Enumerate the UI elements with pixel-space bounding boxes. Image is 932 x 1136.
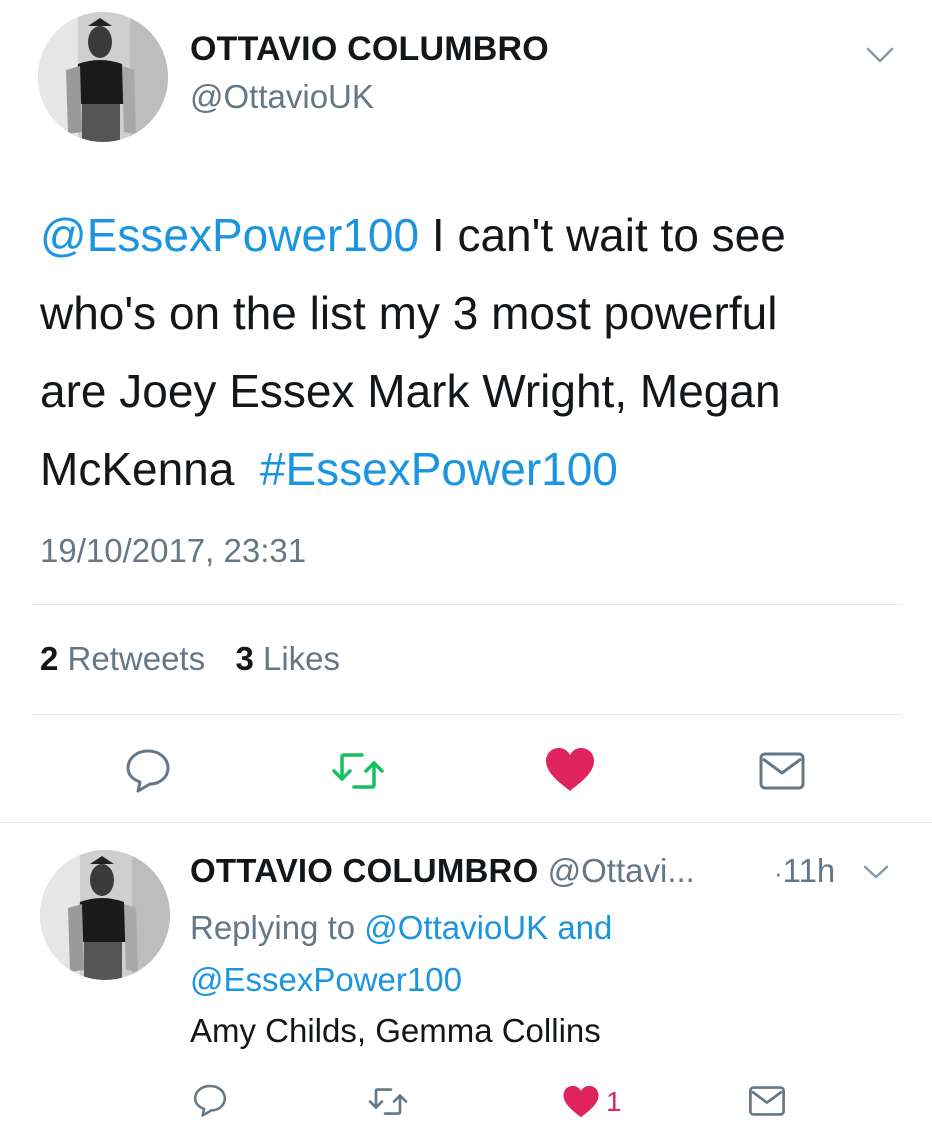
engagement-stats: 2 Retweets 3 Likes: [40, 640, 340, 678]
tweet-text-line: who's on the list my 3 most powerful: [40, 287, 778, 339]
reply-icon[interactable]: [118, 744, 178, 796]
handle[interactable]: @OttavioUK: [190, 78, 374, 116]
heart-icon[interactable]: [538, 744, 602, 796]
reply-text: Amy Childs, Gemma Collins: [190, 1012, 601, 1049]
like-label: Likes: [262, 640, 341, 677]
like-count: 3: [235, 640, 254, 677]
retweet-label: Retweets: [67, 640, 206, 677]
chevron-down-icon[interactable]: [860, 40, 900, 70]
reply-header: OTTAVIO COLUMBRO @Ottavi...: [190, 852, 695, 890]
mention-link[interactable]: @EssexPower100: [40, 209, 419, 261]
avatar[interactable]: [38, 12, 168, 142]
chevron-down-icon[interactable]: [858, 858, 894, 886]
heart-icon: [560, 1082, 602, 1122]
divider: [32, 604, 902, 605]
tweet-timestamp[interactable]: 19/10/2017, 23:31: [40, 532, 306, 570]
envelope-icon[interactable]: [744, 1082, 790, 1120]
tweet-text-line: are Joey Essex Mark Wright, Megan: [40, 365, 781, 417]
mention-link[interactable]: @EssexPower100: [190, 961, 462, 998]
divider: [0, 822, 932, 823]
handle[interactable]: @Ottavi...: [548, 852, 695, 889]
mention-link[interactable]: @OttavioUK: [364, 909, 548, 946]
relative-time: 11h: [782, 852, 836, 889]
display-name[interactable]: OTTAVIO COLUMBRO: [190, 852, 538, 889]
replying-to: Replying to @OttavioUK and @EssexPower10…: [190, 902, 612, 1006]
replying-and: and: [548, 909, 613, 946]
tweet-text-segment: McKenna: [40, 443, 248, 495]
replying-to-line: @EssexPower100: [190, 954, 612, 1006]
like-action[interactable]: 1: [560, 1082, 622, 1122]
tweet-text-line: McKenna #EssexPower100: [40, 430, 910, 508]
retweet-icon[interactable]: [326, 746, 390, 796]
tweet-text-line: @EssexPower100 I can't wait to see: [40, 196, 910, 274]
tweet-text: @EssexPower100 I can't wait to see who's…: [40, 196, 910, 508]
like-count: 1: [606, 1086, 622, 1117]
replying-to-line: Replying to @OttavioUK and: [190, 902, 612, 954]
envelope-icon[interactable]: [752, 748, 812, 794]
reply-time[interactable]: ·11h: [774, 852, 835, 890]
display-name[interactable]: OTTAVIO COLUMBRO: [190, 30, 549, 69]
retweet-icon[interactable]: [364, 1082, 412, 1120]
reply-icon[interactable]: [188, 1080, 232, 1120]
avatar[interactable]: [40, 850, 170, 980]
retweet-count: 2: [40, 640, 59, 677]
divider: [32, 714, 902, 715]
hashtag-link[interactable]: #EssexPower100: [260, 443, 618, 495]
retweet-stat[interactable]: 2 Retweets: [40, 640, 214, 677]
replying-prefix: Replying to: [190, 909, 365, 946]
avatar-photo: [40, 850, 170, 980]
tweet-text-segment: I can't wait to see: [419, 209, 786, 261]
like-stat[interactable]: 3 Likes: [235, 640, 340, 677]
avatar-photo: [38, 12, 168, 142]
